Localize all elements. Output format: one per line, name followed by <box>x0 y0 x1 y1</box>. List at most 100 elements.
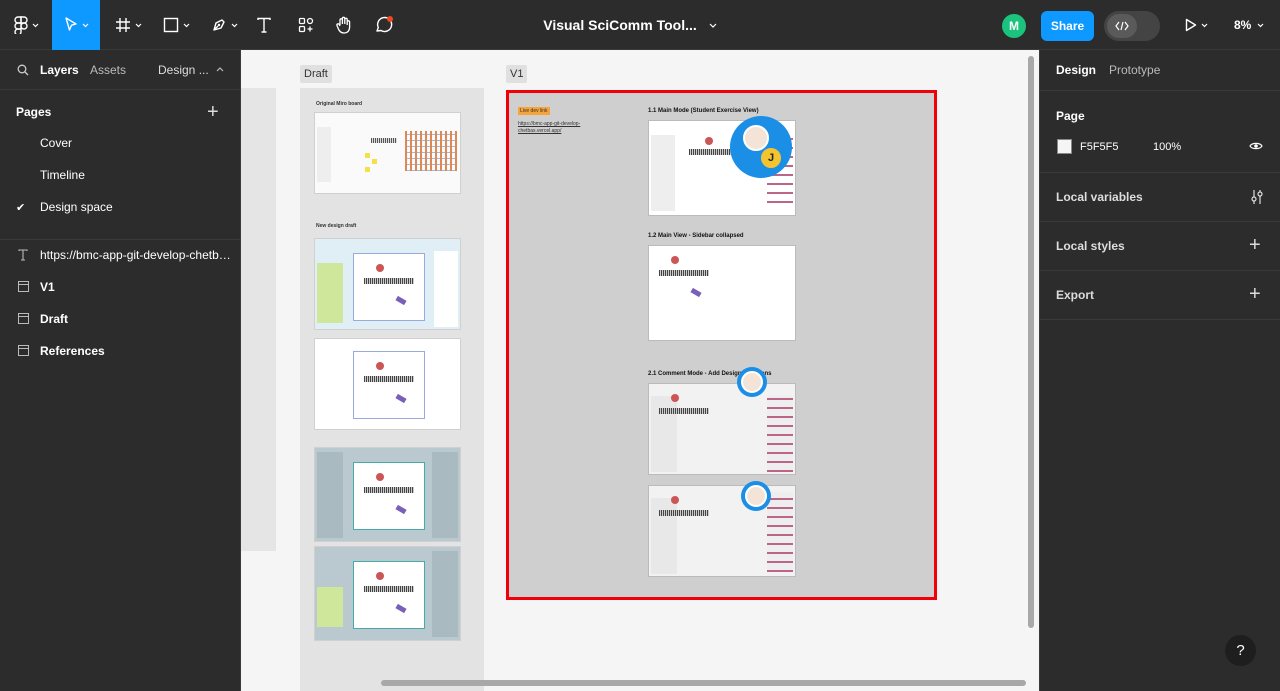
membrane-graphic <box>371 138 397 143</box>
dev-mode-toggle[interactable] <box>1104 11 1160 41</box>
draft-thumbnail-1[interactable] <box>314 238 461 330</box>
collaborator-comment-pin-2[interactable] <box>741 481 771 511</box>
layer-label: https://bmc-app-git-develop-chetbas.verc… <box>40 248 232 262</box>
export-heading[interactable]: Export <box>1056 288 1094 302</box>
page-label: Timeline <box>40 168 85 182</box>
panel-divider <box>1040 319 1280 320</box>
chevron-down-icon <box>135 23 141 27</box>
present-button[interactable] <box>1178 0 1214 50</box>
molecule-graphic <box>395 295 407 306</box>
protein-graphic <box>376 473 384 481</box>
tab-assets[interactable]: Assets <box>90 63 126 77</box>
layer-item-references[interactable]: References <box>0 335 240 367</box>
user-avatar[interactable]: M <box>1002 14 1026 38</box>
panel-divider <box>1040 90 1280 91</box>
canvas[interactable]: Draft V1 Original Miro board New design … <box>241 50 1039 691</box>
frame-label-v1[interactable]: V1 <box>506 65 528 83</box>
live-dev-link-tag: Live dev link <box>518 107 550 115</box>
layer-label: Draft <box>40 312 69 326</box>
draft-thumbnail-3[interactable] <box>314 447 461 542</box>
elements-panel <box>767 396 793 472</box>
chevron-up-icon[interactable] <box>216 67 224 72</box>
resources-button[interactable] <box>292 0 320 50</box>
v1-frame[interactable]: Live dev link https://bmc-app-git-develo… <box>506 90 937 600</box>
zoom-dropdown[interactable]: 8% <box>1234 0 1264 50</box>
add-style-icon[interactable]: + <box>1249 235 1261 255</box>
tab-design-dropdown[interactable]: Design ... <box>158 63 209 77</box>
screen-comment-thread[interactable] <box>648 485 796 577</box>
hand-tool-button[interactable] <box>330 0 358 50</box>
help-button[interactable]: ? <box>1225 635 1256 666</box>
local-variables-heading[interactable]: Local variables <box>1056 190 1143 204</box>
page-color-hex[interactable]: F5F5F5 <box>1080 141 1119 153</box>
shot-sidebar <box>651 135 675 211</box>
horizontal-scrollbar[interactable] <box>381 680 1026 686</box>
frame-tool-button[interactable] <box>108 0 148 50</box>
add-export-icon[interactable]: + <box>1249 284 1261 304</box>
live-dev-link-url[interactable]: https://bmc-app-git-develop-chetbas.verc… <box>518 121 608 135</box>
chevron-down-icon <box>709 23 717 28</box>
pen-icon <box>212 19 225 31</box>
task-panel <box>317 263 343 323</box>
avatar <box>741 371 763 393</box>
figma-logo-icon <box>13 16 28 34</box>
references-frame-edge[interactable] <box>241 88 276 551</box>
document-title[interactable]: Visual SciComm Tool... <box>520 0 740 50</box>
layer-item-draft[interactable]: Draft <box>0 303 240 335</box>
molecule-graphic <box>395 603 407 614</box>
membrane-graphic <box>364 278 414 284</box>
membrane-graphic <box>659 510 709 516</box>
page-section-heading: Page <box>1056 109 1085 123</box>
page-opacity[interactable]: 100% <box>1153 141 1181 153</box>
panel-divider <box>1040 221 1280 222</box>
screen-sidebar-collapsed[interactable] <box>648 245 796 341</box>
page-item-cover[interactable]: Cover <box>0 127 240 159</box>
draft-frame[interactable]: Original Miro board New design draft <box>300 88 484 691</box>
tab-design[interactable]: Design <box>1056 63 1096 77</box>
eye-icon[interactable] <box>1249 141 1263 151</box>
chevron-down-icon <box>183 23 189 27</box>
search-icon[interactable] <box>17 64 29 76</box>
layer-item-live-url[interactable]: https://bmc-app-git-develop-chetbas.verc… <box>0 239 240 271</box>
frame-icon <box>18 281 29 292</box>
pages-header: Pages <box>16 105 52 119</box>
workspace-frame <box>353 561 425 629</box>
elements-panel <box>434 251 458 327</box>
pen-tool-button[interactable] <box>204 0 244 50</box>
vertical-scrollbar[interactable] <box>1028 56 1034 628</box>
frame-label-draft[interactable]: Draft <box>300 65 332 83</box>
main-menu-button[interactable] <box>8 0 44 50</box>
components-icon <box>298 17 314 33</box>
variables-icon[interactable] <box>1250 189 1264 205</box>
chevron-down-icon <box>32 23 38 27</box>
dev-mode-knob <box>1107 14 1137 38</box>
comment-tool-button[interactable] <box>370 0 398 50</box>
collaborator-comment-pin-1[interactable] <box>737 367 767 397</box>
miro-board-thumbnail[interactable] <box>314 112 461 194</box>
draft-thumbnail-4[interactable] <box>314 546 461 641</box>
thumb-sidebar <box>317 127 331 182</box>
local-styles-heading[interactable]: Local styles <box>1056 239 1125 253</box>
membrane-graphic <box>659 270 709 276</box>
screen-comment-mode[interactable] <box>648 383 796 475</box>
tab-prototype[interactable]: Prototype <box>1109 63 1160 77</box>
avatar <box>745 485 767 507</box>
collaborator-cursor-large[interactable]: J <box>730 116 792 178</box>
move-tool-button[interactable] <box>52 0 100 50</box>
add-page-icon[interactable]: + <box>207 102 219 122</box>
protein-graphic <box>671 256 679 264</box>
share-button[interactable]: Share <box>1041 11 1094 41</box>
text-tool-button[interactable] <box>252 0 276 50</box>
layer-item-v1[interactable]: V1 <box>0 271 240 303</box>
sticky-note <box>372 159 377 164</box>
page-color-swatch[interactable] <box>1057 139 1072 154</box>
task-panel <box>317 452 343 538</box>
page-item-timeline[interactable]: Timeline <box>0 159 240 191</box>
tab-layers[interactable]: Layers <box>40 63 79 77</box>
page-item-design-space[interactable]: ✔ Design space <box>0 191 240 223</box>
protein-graphic <box>671 496 679 504</box>
draft-thumbnail-2[interactable] <box>314 338 461 430</box>
shape-tool-button[interactable] <box>156 0 196 50</box>
comment-icon <box>376 16 393 33</box>
panel-divider <box>1040 270 1280 271</box>
